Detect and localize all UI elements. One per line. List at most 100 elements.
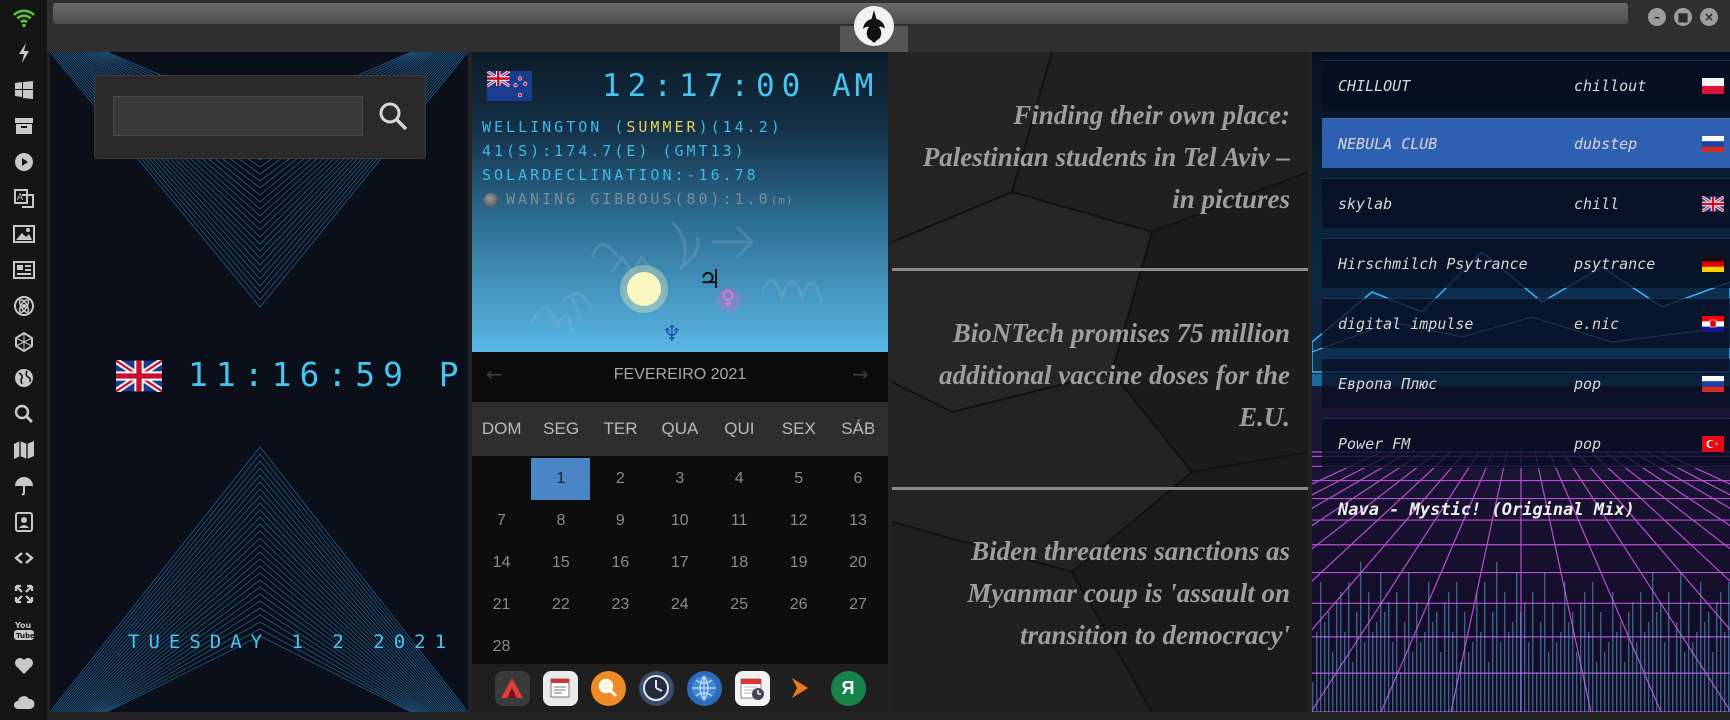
calendar-day[interactable]: 13 — [829, 500, 888, 542]
maximize-button[interactable]: ■ — [1674, 8, 1692, 26]
calendar-day[interactable]: 7 — [472, 500, 531, 542]
united-kingdom-flag — [114, 358, 164, 394]
umbrella-icon[interactable] — [11, 473, 37, 499]
search-icon[interactable] — [590, 670, 626, 706]
cloud-icon[interactable] — [11, 689, 37, 715]
calendar-day[interactable]: 11 — [710, 500, 769, 542]
station-genre: chill — [1574, 195, 1620, 213]
next-month-button[interactable]: → — [852, 362, 869, 386]
radio-station-row[interactable]: NEBULA CLUB dubstep — [1322, 118, 1730, 168]
link-icon[interactable] — [11, 545, 37, 571]
search-icon[interactable] — [11, 401, 37, 427]
weekday-label: DOM — [481, 419, 522, 438]
poland-flag — [1702, 78, 1724, 94]
radio-station-row[interactable]: Европа Плюс pop — [1322, 358, 1730, 408]
station-genre: e.nic — [1574, 315, 1620, 333]
calendar-day[interactable]: 20 — [829, 542, 888, 584]
radio-station-row[interactable]: Hirschmilch Psytrance psytrance — [1322, 238, 1730, 288]
russia-flag — [1702, 376, 1724, 392]
news-headline[interactable]: Biden threatens sanctions as Myanmar cou… — [905, 530, 1290, 656]
station-name: Power FM — [1338, 435, 1411, 453]
calendar-day[interactable]: 17 — [650, 542, 709, 584]
weekday-label: QUA — [661, 419, 699, 438]
calendar-day[interactable]: 6 — [829, 458, 888, 500]
youtube-icon[interactable]: You Tube — [11, 617, 37, 643]
fullscreen-icon[interactable] — [11, 581, 37, 607]
calendar-day[interactable]: 26 — [769, 584, 828, 626]
radio-station-row[interactable]: Power FM pop — [1322, 418, 1730, 468]
calendar-day[interactable]: 18 — [710, 542, 769, 584]
calendar-day[interactable]: 4 — [710, 458, 769, 500]
power-icon[interactable] — [11, 40, 37, 66]
news-headline[interactable]: Finding their own place: Palestinian stu… — [905, 94, 1290, 220]
radio-station-row[interactable]: CHILLOUT chillout — [1322, 60, 1730, 110]
calendar-day[interactable]: 23 — [591, 584, 650, 626]
uk-clock-panel: 11:16:59 PM TUESDAY 1 2 2021 — [50, 52, 468, 712]
search-button[interactable] — [375, 98, 411, 134]
launcher-sidebar: A You Tube — [0, 0, 47, 720]
notes-icon[interactable] — [542, 670, 578, 706]
minimize-button[interactable]: – — [1648, 8, 1666, 26]
news-separator — [892, 268, 1308, 271]
station-genre: dubstep — [1574, 135, 1638, 153]
calendar-day[interactable]: 8 — [531, 500, 590, 542]
network-icon[interactable] — [11, 329, 37, 355]
heart-icon[interactable] — [11, 653, 37, 679]
calendar-day[interactable]: 28 — [472, 626, 531, 668]
calendar-day[interactable]: 21 — [472, 584, 531, 626]
archive-icon[interactable] — [11, 113, 37, 139]
station-name: digital impulse — [1338, 315, 1474, 333]
calendar-day[interactable]: 3 — [650, 458, 709, 500]
desktop-widget-app: A You Tube – ■ × 11:16:59 PM TUESDAY 1 2… — [0, 0, 1730, 720]
close-button[interactable]: × — [1700, 8, 1718, 26]
windows-icon[interactable] — [11, 77, 37, 103]
globe-icon[interactable] — [686, 670, 722, 706]
map-icon[interactable] — [11, 437, 37, 463]
calendar-month-label: FEVEREIRO 2021 — [613, 366, 747, 383]
news-icon[interactable] — [11, 257, 37, 283]
wifi-icon[interactable] — [11, 5, 37, 31]
calendar-day[interactable]: 22 — [531, 584, 590, 626]
calendar-day[interactable]: 2 — [591, 458, 650, 500]
yandex-icon[interactable]: Я — [830, 670, 866, 706]
atom-icon[interactable] — [11, 293, 37, 319]
calendar-day[interactable]: 27 — [829, 584, 888, 626]
germany-flag — [1702, 256, 1724, 272]
calendar-day[interactable]: 5 — [769, 458, 828, 500]
calendar-day[interactable]: 19 — [769, 542, 828, 584]
calendar-grid: 1 2 3 4 5 6 7 8 9 10 11 12 13 14 15 16 17 18 19 20 21 22 23 24 2… — [472, 456, 888, 666]
jupiter-symbol: ♃ — [698, 265, 722, 295]
weekday-label: TER — [603, 419, 638, 438]
radio-station-row[interactable]: skylab chill — [1322, 178, 1730, 228]
search-input[interactable] — [113, 96, 363, 136]
calendar-day[interactable]: 15 — [531, 542, 590, 584]
station-name: skylab — [1338, 195, 1393, 213]
clock-icon[interactable] — [638, 670, 674, 706]
calendar-day[interactable]: 9 — [591, 500, 650, 542]
station-name: NEBULA CLUB — [1338, 135, 1438, 153]
contacts-icon[interactable] — [11, 509, 37, 535]
svg-text:You: You — [14, 621, 32, 630]
calendar-icon[interactable] — [734, 670, 770, 706]
news-panel: Finding their own place: Palestinian stu… — [892, 52, 1308, 712]
play-icon[interactable] — [11, 149, 37, 175]
calendar-day[interactable]: 24 — [650, 584, 709, 626]
news-headline[interactable]: BioNTech promises 75 million additional … — [905, 312, 1290, 438]
calendar-day[interactable]: 14 — [472, 542, 531, 584]
calendar-day[interactable]: 10 — [650, 500, 709, 542]
calendar-day[interactable]: 12 — [769, 500, 828, 542]
calendar-day[interactable]: 16 — [591, 542, 650, 584]
title-bar[interactable]: – ■ × — [47, 0, 1730, 52]
uk-date: TUESDAY 1 2 2021 — [128, 631, 456, 653]
calendar-day[interactable]: 25 — [710, 584, 769, 626]
launcher-icon[interactable] — [494, 670, 530, 706]
calendar-day[interactable]: 1 — [531, 458, 591, 500]
arrow-icon[interactable] — [783, 671, 818, 706]
translate-icon[interactable]: A — [11, 185, 37, 211]
title-bar-track[interactable] — [53, 3, 1628, 24]
rebel-alliance-icon[interactable] — [853, 5, 895, 47]
radio-station-row[interactable]: digital impulse e.nic — [1322, 298, 1730, 348]
station-genre: pop — [1574, 435, 1602, 453]
globe-icon[interactable] — [11, 365, 37, 391]
image-icon[interactable] — [11, 221, 37, 247]
